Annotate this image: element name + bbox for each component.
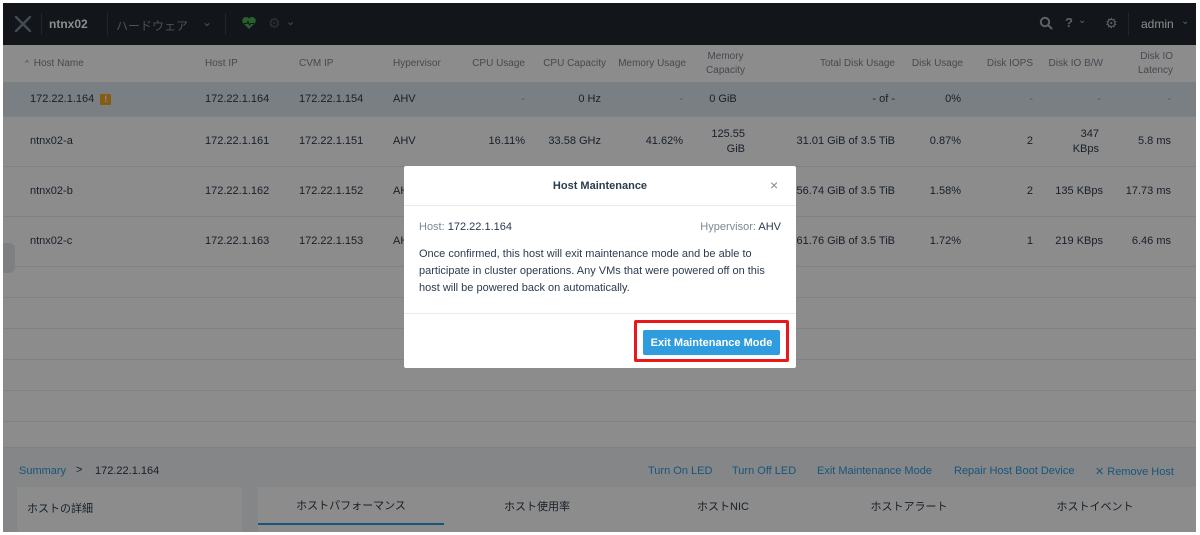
dialog-title: Host Maintenance	[404, 166, 796, 206]
dialog-message: Once confirmed, this host will exit main…	[419, 248, 765, 294]
host-label: Host:	[419, 221, 445, 233]
dialog-divider	[404, 313, 796, 314]
highlight-box	[634, 320, 789, 362]
close-icon[interactable]: ×	[770, 177, 778, 193]
hypervisor-value: AHV	[758, 221, 781, 233]
dialog-hypervisor: Hypervisor: AHV	[700, 221, 781, 233]
hypervisor-label: Hypervisor:	[700, 221, 756, 233]
dialog-host: Host: 172.22.1.164	[419, 221, 512, 233]
host-value: 172.22.1.164	[447, 221, 512, 233]
app-frame: ntnx02 ハードウェア ⌄ ⚙ ⌄ ? ⌄ ⚙ admin ⌄ ^ Host…	[3, 3, 1196, 532]
